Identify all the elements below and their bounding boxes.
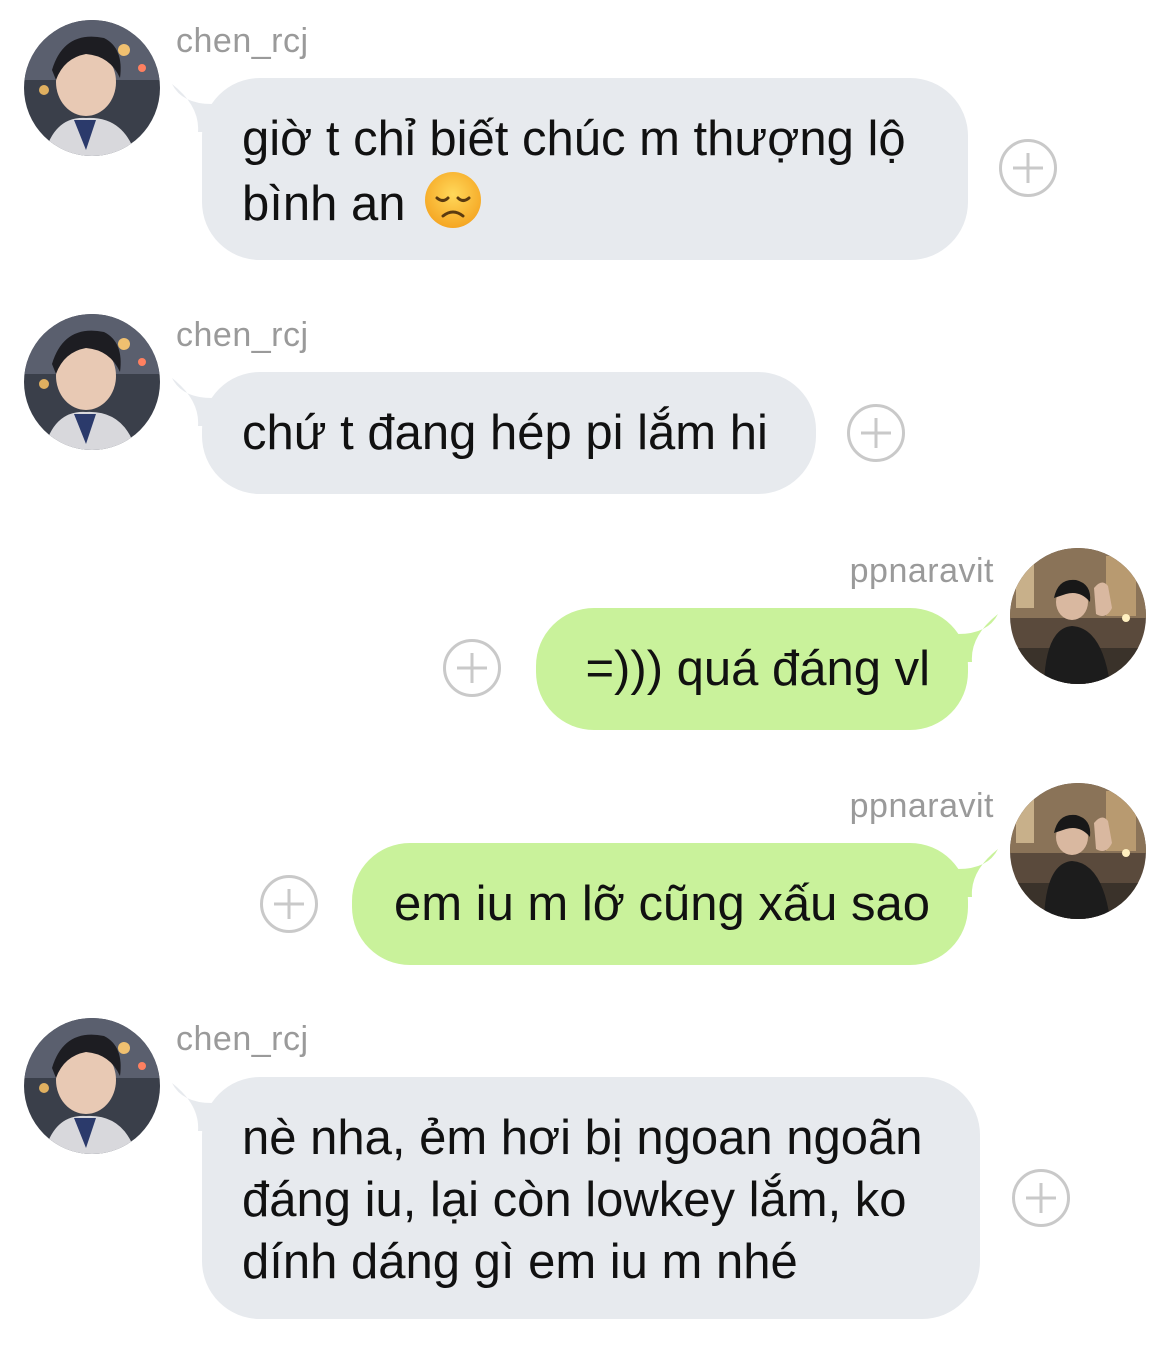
avatar-ppnaravit[interactable] (1010, 783, 1146, 919)
message-text-line: đáng iu, lại còn lowkey lắm, ko (242, 1173, 907, 1227)
message-text-line: bình an (242, 170, 930, 245)
message-text-line: giờ t chỉ biết chúc m thượng lộ (242, 112, 906, 166)
avatar-chen-rcj[interactable] (24, 1018, 160, 1154)
add-reaction-button[interactable] (999, 139, 1057, 197)
message-text-line: dính dáng gì em iu m nhé (242, 1235, 798, 1289)
sender-name: chen_rcj (176, 22, 309, 60)
message-text-line: chứ t đang hép pi lắm hi (242, 406, 768, 460)
sender-name: ppnaravit (849, 552, 994, 590)
add-reaction-button[interactable] (847, 404, 905, 462)
avatar-ppnaravit[interactable] (1010, 548, 1146, 684)
sender-name: chen_rcj (176, 316, 309, 354)
add-reaction-button[interactable] (260, 875, 318, 933)
message-bubble-incoming[interactable]: chứ t đang hép pi lắm hi (202, 372, 816, 494)
add-reaction-button[interactable] (443, 639, 501, 697)
message-bubble-outgoing[interactable]: =))) quá đáng vl (536, 608, 968, 730)
message-text-line: em iu m lỡ cũng xấu sao (394, 877, 930, 931)
sender-name: ppnaravit (849, 787, 994, 825)
message-text-line: nè nha, ẻm hơi bị ngoan ngoãn (242, 1111, 923, 1165)
message-bubble-outgoing[interactable]: em iu m lỡ cũng xấu sao (352, 843, 968, 965)
avatar-chen-rcj[interactable] (24, 314, 160, 450)
message-bubble-incoming[interactable]: nè nha, ẻm hơi bị ngoan ngoãn đáng iu, l… (202, 1077, 980, 1319)
message-text-line: =))) quá đáng vl (585, 642, 930, 696)
avatar-chen-rcj[interactable] (24, 20, 160, 156)
message-bubble-incoming[interactable]: giờ t chỉ biết chúc m thượng lộ bình an (202, 78, 968, 260)
disappointed-face-emoji (423, 170, 483, 245)
sender-name: chen_rcj (176, 1020, 309, 1058)
add-reaction-button[interactable] (1012, 1169, 1070, 1227)
